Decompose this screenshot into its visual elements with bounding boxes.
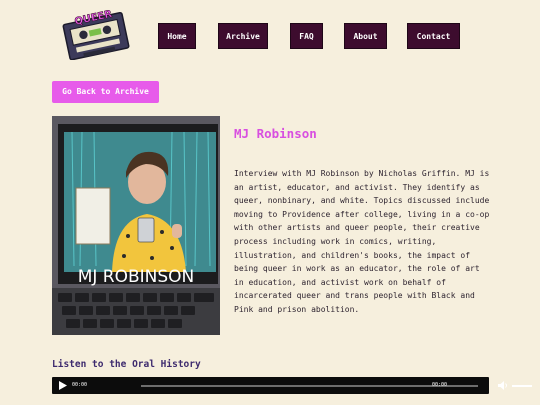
duration-time: 00:00 (432, 382, 448, 388)
listen-heading: Listen to the Oral History (52, 359, 201, 370)
site-logo[interactable]: QUEER (60, 6, 134, 61)
audio-player: 00:00 00:00 (52, 377, 532, 394)
nav-about-button[interactable]: About (344, 23, 387, 49)
interviewee-name: MJ Robinson (234, 126, 317, 141)
volume-icon[interactable] (498, 381, 508, 390)
nav-archive-button[interactable]: Archive (218, 23, 268, 49)
play-icon[interactable] (59, 381, 67, 390)
photo-caption: MJ ROBINSON (78, 267, 195, 287)
volume-slider[interactable] (512, 385, 532, 387)
current-time: 00:00 (72, 382, 88, 388)
nav-home-button[interactable]: Home (158, 23, 196, 49)
nav-faq-button[interactable]: FAQ (290, 23, 323, 49)
nav-contact-button[interactable]: Contact (407, 23, 460, 49)
cassette-logo-icon: QUEER (62, 9, 130, 61)
back-to-archive-button[interactable]: Go Back to Archive (52, 81, 159, 103)
interview-description: Interview with MJ Robinson by Nicholas G… (234, 169, 490, 314)
seek-bar[interactable] (141, 385, 478, 387)
interview-photo: MJ ROBINSON (52, 116, 220, 335)
